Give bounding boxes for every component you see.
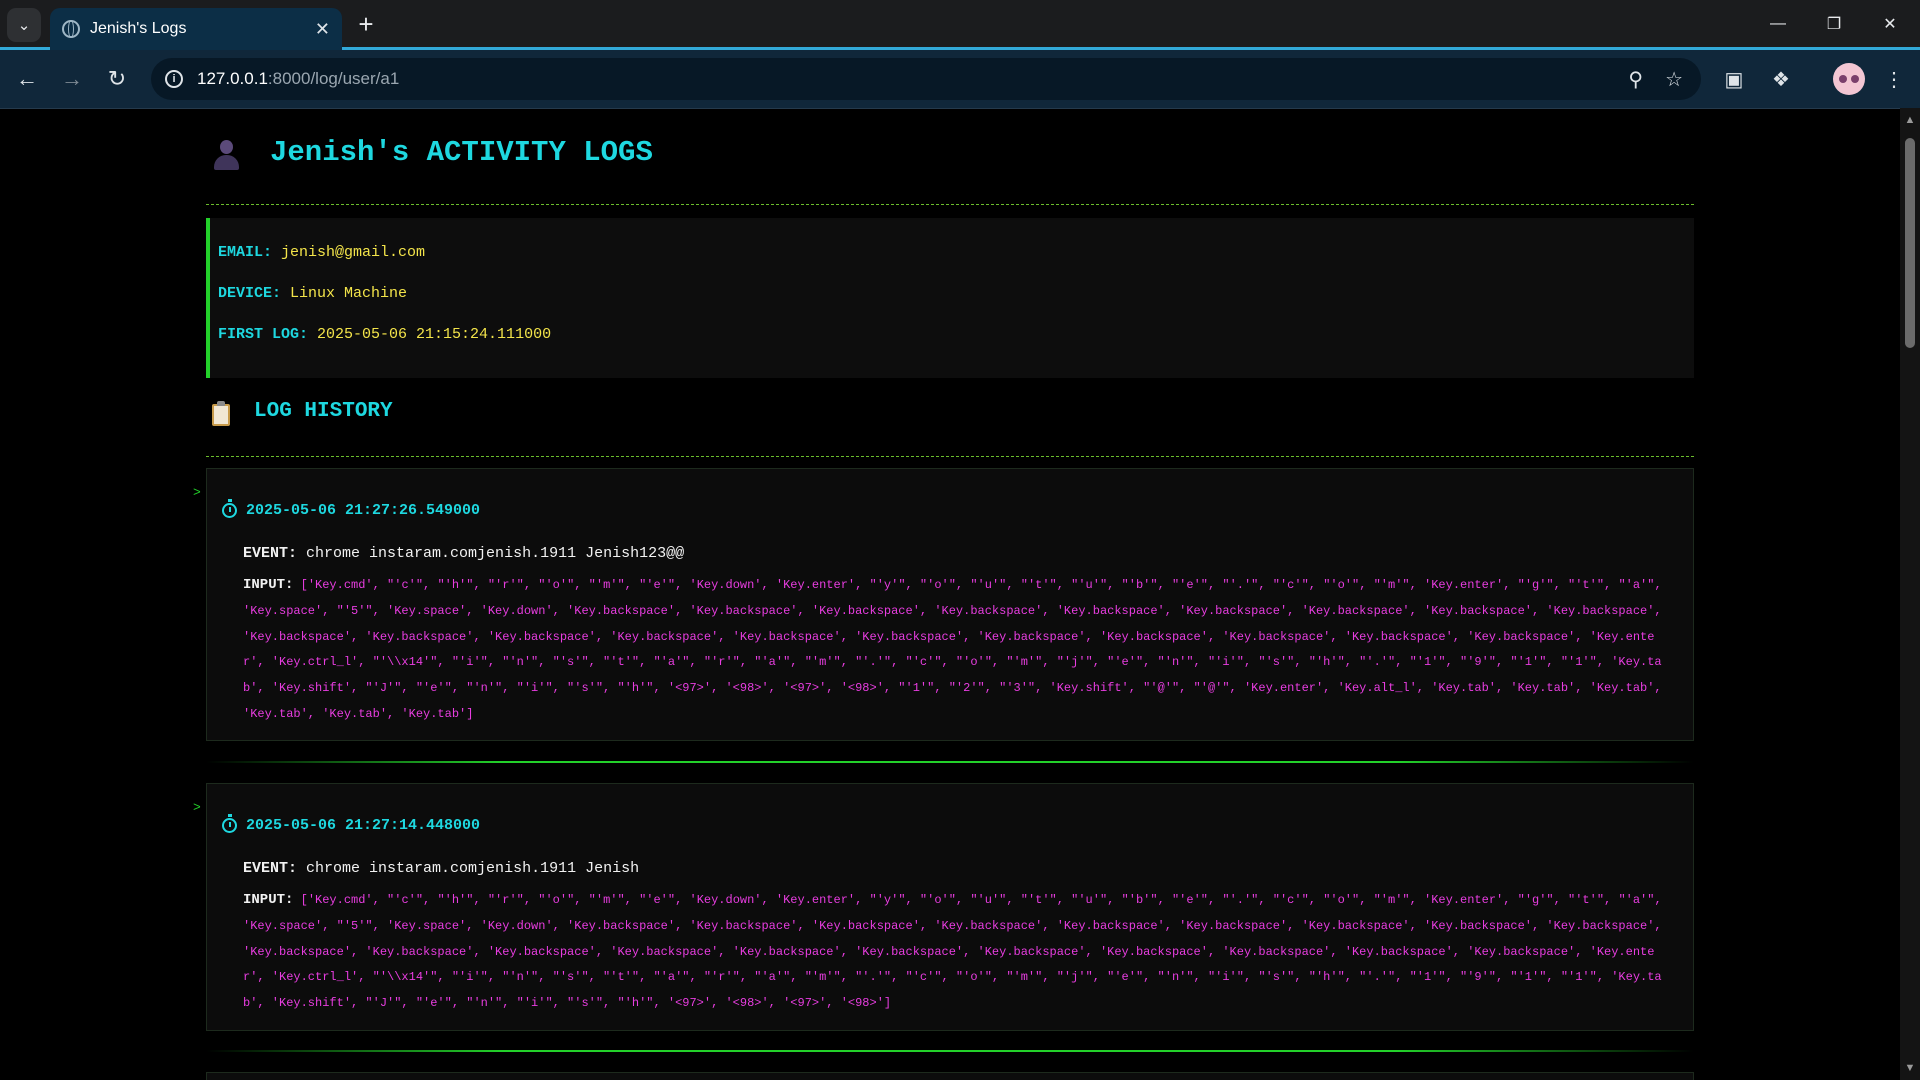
input-value: ['Key.cmd', "'c'", "'h'", "'r'", "'o'", … <box>243 578 1662 721</box>
cast-icon[interactable]: ▣ <box>1718 63 1750 95</box>
back-arrow-icon[interactable]: ← <box>9 61 45 97</box>
log-input: INPUT: ['Key.cmd', "'c'", "'h'", "'r'", … <box>243 888 1663 1017</box>
first-log-row: FIRST LOG: 2025-05-06 21:15:24.111000 <box>218 326 1694 367</box>
entry-arrow: > <box>193 800 201 815</box>
forward-arrow-icon[interactable]: → <box>54 61 90 97</box>
log-event: EVENT: chrome instaram.comjenish.1911 Je… <box>243 545 684 562</box>
log-entry-partial <box>206 1072 1694 1080</box>
log-entry: > 2025-05-06 21:27:14.448000 EVENT: chro… <box>193 783 1694 1031</box>
log-history-header: LOG HISTORY <box>206 398 1694 457</box>
info-icon[interactable]: i <box>165 70 183 88</box>
restore-icon[interactable]: ❐ <box>1806 0 1862 48</box>
email-value: jenish@gmail.com <box>281 244 426 261</box>
email-row: EMAIL: jenish@gmail.com <box>218 244 1694 285</box>
address-bar[interactable]: i 127.0.0.1:8000/log/user/a1 ⚲ ☆ <box>151 58 1701 100</box>
log-timestamp: 2025-05-06 21:27:14.448000 <box>246 817 481 834</box>
input-value: ['Key.cmd', "'c'", "'h'", "'r'", "'o'", … <box>243 893 1662 1011</box>
input-label: INPUT: <box>243 577 294 593</box>
clipboard-icon <box>212 401 230 426</box>
stopwatch-icon <box>222 499 237 518</box>
first-log-value: 2025-05-06 21:15:24.111000 <box>317 326 552 343</box>
tab-strip: ⌄ Jenish's Logs ✕ + — ❐ ✕ <box>0 0 1920 50</box>
page-content: Jenish's ACTIVITY LOGS EMAIL: jenish@gma… <box>0 108 1900 1080</box>
log-event: EVENT: chrome instaram.comjenish.1911 Je… <box>243 860 639 877</box>
zoom-icon[interactable]: ⚲ <box>1628 67 1643 92</box>
tab-search-icon[interactable]: ⌄ <box>7 8 41 42</box>
scroll-thumb[interactable] <box>1905 138 1915 348</box>
plus-icon[interactable]: + <box>350 8 382 40</box>
scroll-down-icon[interactable]: ▼ <box>1904 1062 1916 1074</box>
entry-divider <box>206 761 1694 763</box>
tab-jenish-logs[interactable]: Jenish's Logs ✕ <box>50 8 342 50</box>
input-label: INPUT: <box>243 892 294 908</box>
event-label: EVENT: <box>243 545 298 562</box>
more-icon[interactable]: ⋮ <box>1878 63 1910 95</box>
stopwatch-icon <box>222 814 237 833</box>
globe-icon <box>62 20 80 38</box>
browser-toolbar: ← → ↻ i 127.0.0.1:8000/log/user/a1 ⚲ ☆ ▣… <box>0 50 1920 109</box>
user-icon <box>212 140 240 170</box>
page-scrollbar[interactable]: ▲ ▼ <box>1900 108 1920 1080</box>
event-value: chrome instaram.comjenish.1911 Jenish <box>306 860 640 877</box>
scroll-up-icon[interactable]: ▲ <box>1904 114 1916 126</box>
tab-title: Jenish's Logs <box>90 20 187 37</box>
star-icon[interactable]: ☆ <box>1665 67 1683 92</box>
page-title: Jenish's ACTIVITY LOGS <box>270 136 653 169</box>
first-log-label: FIRST LOG: <box>218 326 309 343</box>
log-input: INPUT: ['Key.cmd', "'c'", "'h'", "'r'", … <box>243 573 1663 728</box>
log-timestamp: 2025-05-06 21:27:26.549000 <box>246 502 481 519</box>
device-value: Linux Machine <box>290 285 408 302</box>
event-label: EVENT: <box>243 860 298 877</box>
entry-arrow: > <box>193 485 201 500</box>
avatar[interactable] <box>1833 63 1865 95</box>
entry-divider <box>206 1050 1694 1052</box>
user-info-card: EMAIL: jenish@gmail.com DEVICE: Linux Ma… <box>206 218 1694 378</box>
page-header: Jenish's ACTIVITY LOGS <box>206 134 1694 205</box>
event-value: chrome instaram.comjenish.1911 Jenish123… <box>306 545 685 562</box>
minimize-icon[interactable]: — <box>1750 0 1806 48</box>
log-entry: > 2025-05-06 21:27:26.549000 EVENT: chro… <box>193 468 1694 741</box>
extensions-icon[interactable]: ❖ <box>1765 63 1797 95</box>
url-text[interactable]: 127.0.0.1:8000/log/user/a1 <box>197 69 1606 89</box>
device-label: DEVICE: <box>218 285 282 302</box>
window-close-icon[interactable]: ✕ <box>1862 0 1918 48</box>
email-label: EMAIL: <box>218 244 273 261</box>
log-history-title: LOG HISTORY <box>254 400 393 423</box>
device-row: DEVICE: Linux Machine <box>218 285 1694 326</box>
reload-icon[interactable]: ↻ <box>99 61 135 97</box>
close-icon[interactable]: ✕ <box>315 19 330 40</box>
